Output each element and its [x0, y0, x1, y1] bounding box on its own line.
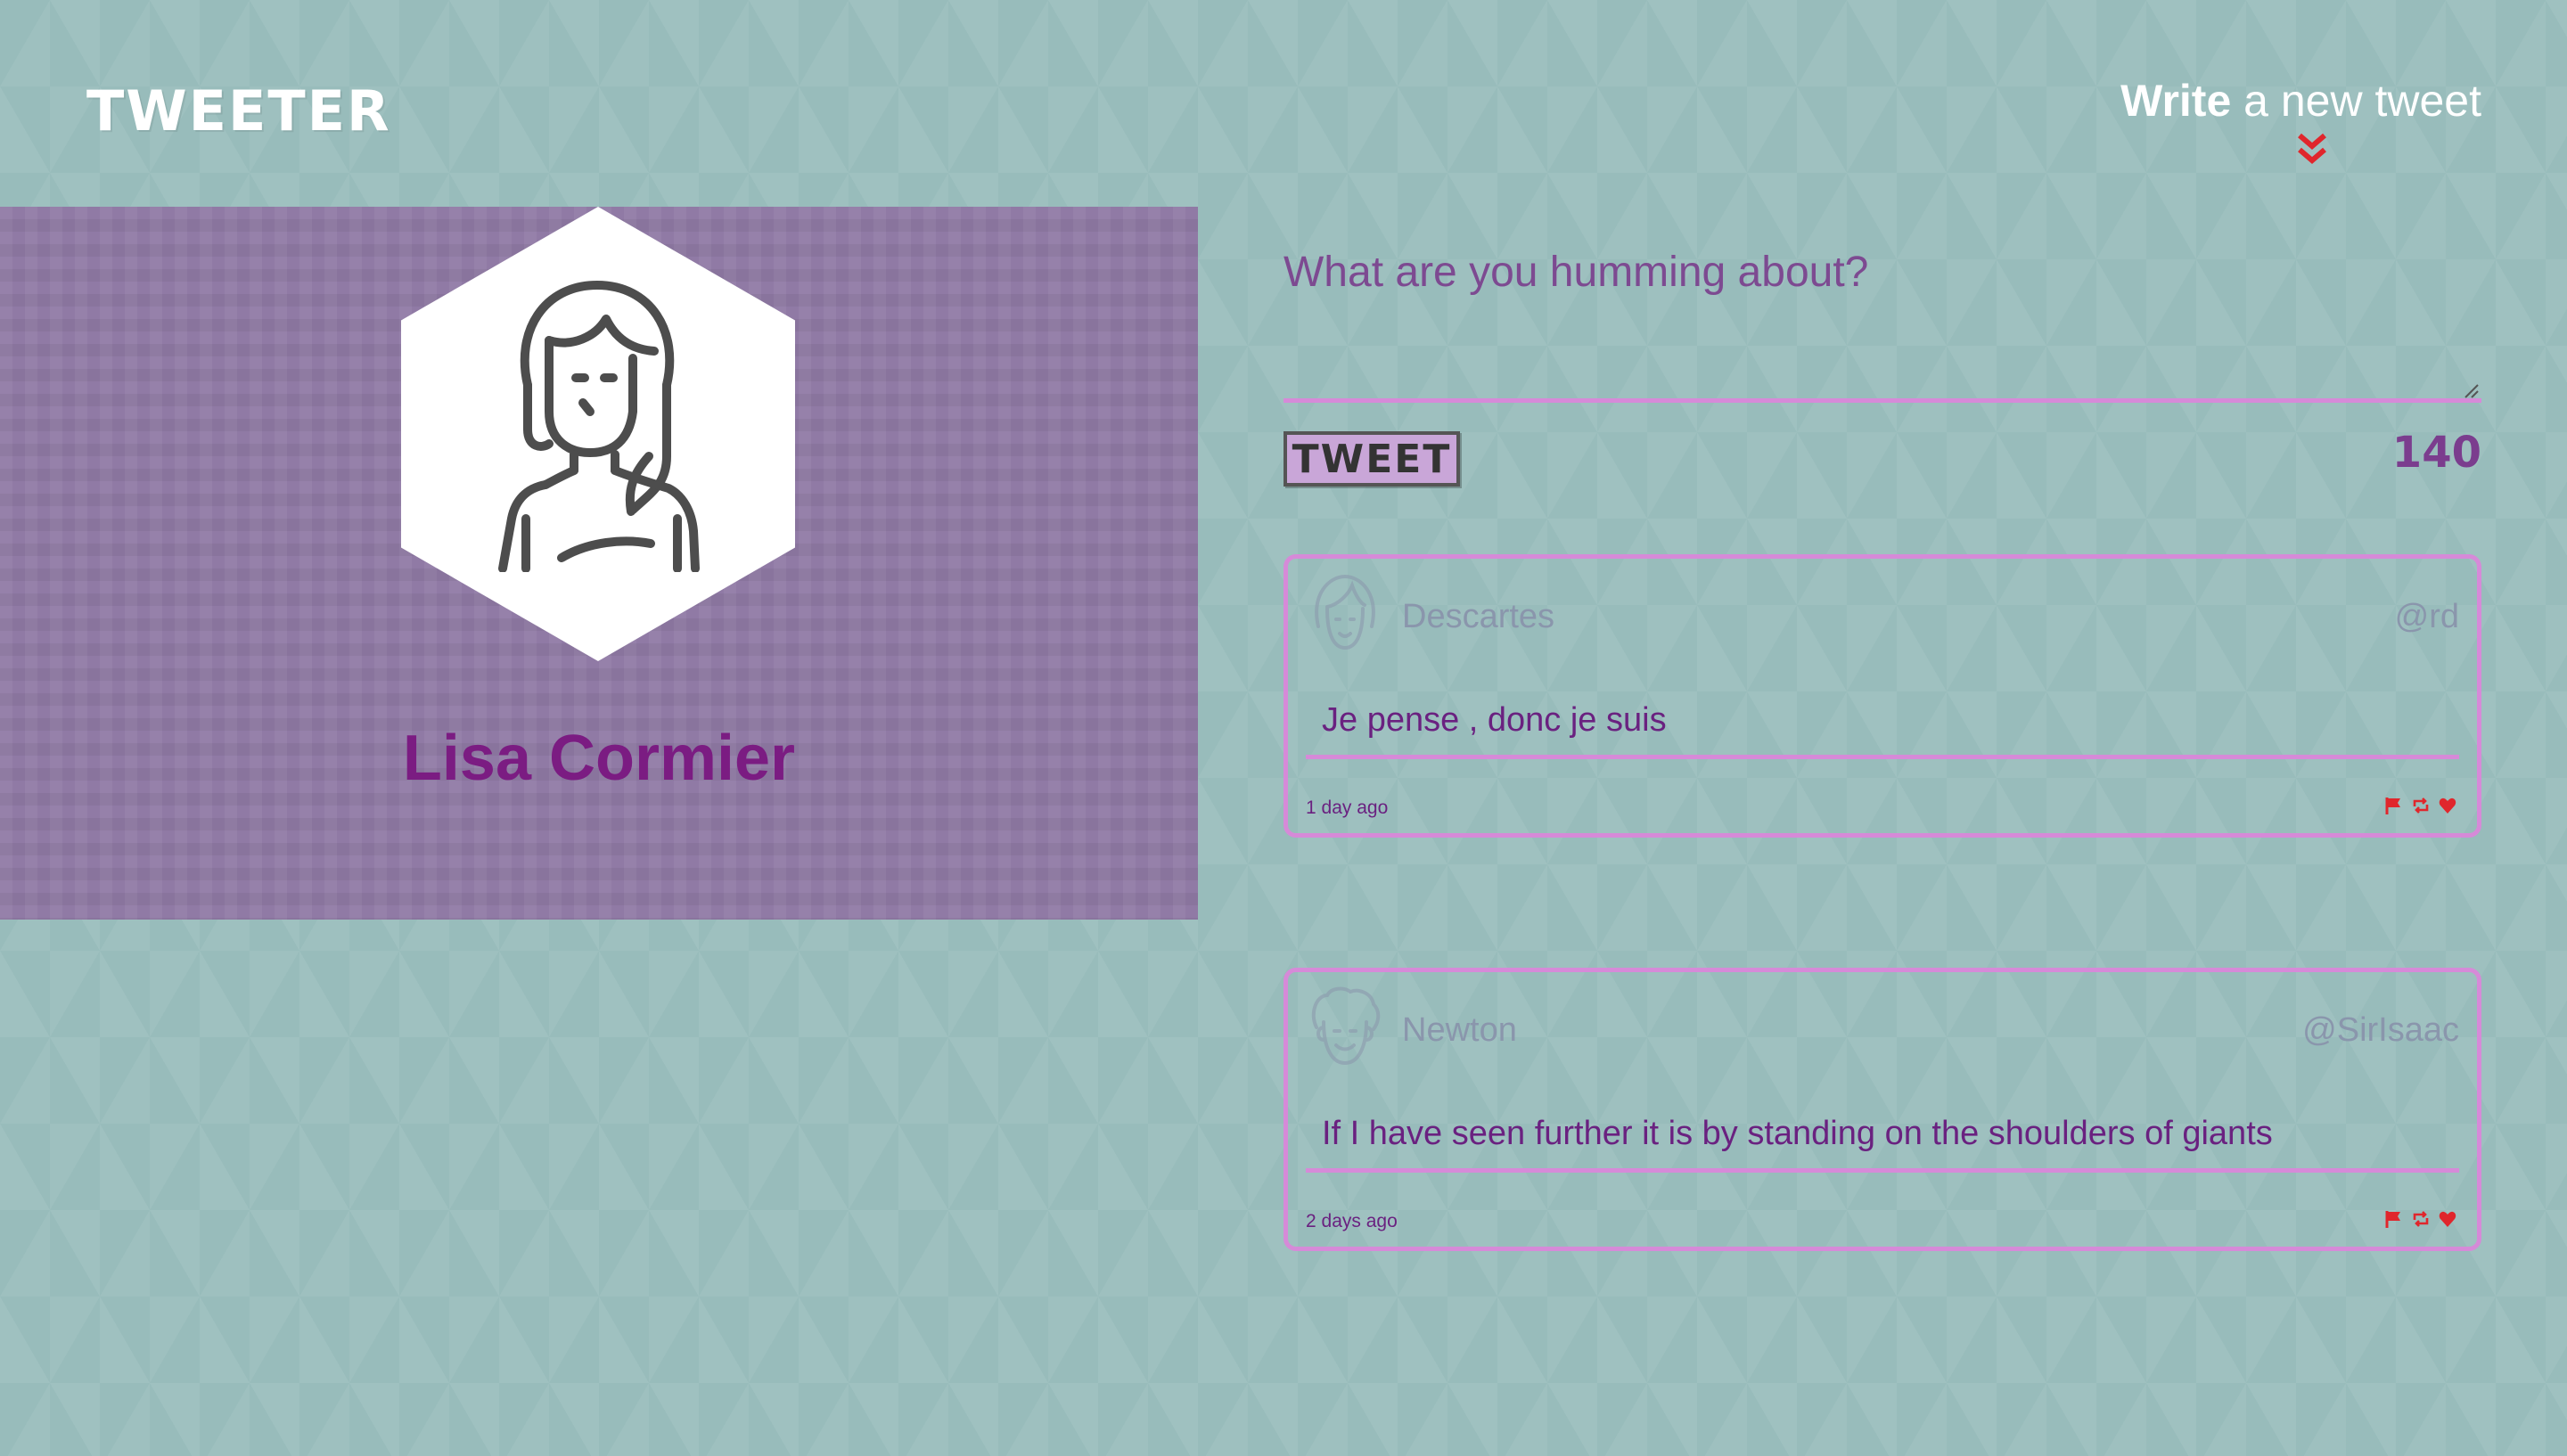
tweet-card: Descartes @rd Je pense , donc je suis 1 …: [1284, 554, 2481, 838]
tweet-submit-button[interactable]: TWEET: [1284, 431, 1460, 487]
tweet-username[interactable]: Descartes: [1402, 598, 1554, 636]
tweet-text: Je pense , donc je suis: [1322, 701, 1667, 739]
character-counter: 140: [2391, 428, 2481, 478]
tweet-card: Newton @SirIsaac If I have seen further …: [1284, 968, 2481, 1251]
profile-avatar: [401, 207, 795, 661]
profile-panel: Lisa Cormier: [0, 207, 1198, 920]
tweet-divider: [1306, 755, 2459, 759]
tweet-timestamp: 2 days ago: [1306, 1211, 1398, 1231]
compose-toggle-strong: Write: [2120, 76, 2232, 126]
tweet-actions: [2384, 796, 2457, 815]
profile-name: Lisa Cormier: [402, 723, 796, 794]
tweet-handle[interactable]: @rd: [2395, 598, 2459, 636]
tweet-divider: [1306, 1168, 2459, 1173]
tweet-text: If I have seen further it is by standing…: [1322, 1115, 2273, 1152]
heart-icon[interactable]: [2438, 1209, 2457, 1229]
woman-avatar-icon: [498, 281, 700, 572]
flag-icon[interactable]: [2384, 796, 2404, 815]
textarea-resize-handle-icon[interactable]: [2464, 383, 2480, 399]
user-avatar-icon: [1308, 986, 1382, 1068]
tweet-username[interactable]: Newton: [1402, 1011, 1517, 1050]
heart-icon[interactable]: [2438, 796, 2457, 815]
tweet-timestamp: 1 day ago: [1306, 798, 1389, 818]
write-new-tweet-toggle[interactable]: Write a new tweet: [2120, 75, 2481, 127]
tweet-actions: [2384, 1209, 2457, 1229]
tweet-compose-input[interactable]: [1284, 232, 2481, 403]
double-chevron-down-icon[interactable]: [2296, 132, 2328, 168]
app-logo[interactable]: TWEETER: [86, 78, 391, 143]
compose-toggle-rest: a new tweet: [2231, 76, 2481, 126]
retweet-icon[interactable]: [2411, 1209, 2431, 1229]
retweet-icon[interactable]: [2411, 796, 2431, 815]
tweet-handle[interactable]: @SirIsaac: [2302, 1011, 2459, 1050]
flag-icon[interactable]: [2384, 1209, 2404, 1229]
user-avatar-icon: [1308, 573, 1382, 655]
